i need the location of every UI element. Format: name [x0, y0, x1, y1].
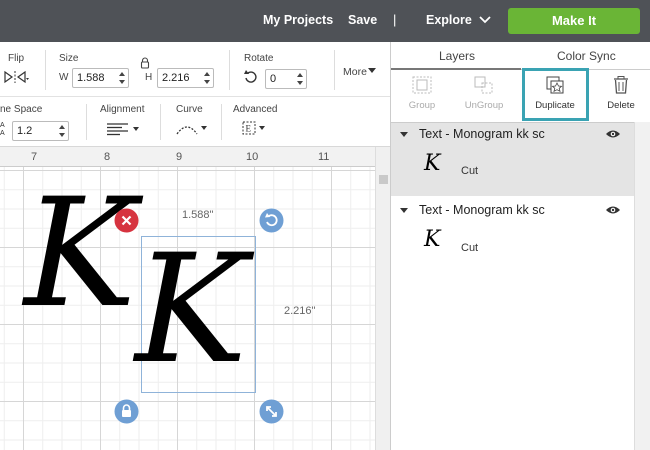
width-label: W [59, 72, 69, 83]
height-value: 2.216 [162, 72, 190, 84]
spinner-arrows-icon[interactable] [296, 71, 304, 87]
line-space-icon: A A [0, 122, 5, 136]
delete-handle-icon[interactable] [114, 208, 139, 233]
design-canvas[interactable]: 7 8 9 10 11 K K 1.588" 2.216" [0, 147, 390, 450]
horizontal-ruler: 7 8 9 10 11 [0, 147, 375, 167]
duplicate-label: Duplicate [535, 100, 575, 111]
advanced-icon[interactable]: E [241, 120, 267, 136]
divider [229, 50, 230, 90]
layer-title: Text - Monogram kk sc [419, 203, 545, 217]
advanced-label: Advanced [233, 104, 278, 115]
explore-link[interactable]: Explore [426, 13, 472, 27]
divider [160, 104, 161, 140]
eye-icon[interactable] [605, 205, 621, 215]
resize-handle-icon[interactable] [259, 399, 284, 424]
my-projects-link[interactable]: My Projects [263, 13, 333, 27]
top-bar: My Projects Save | Explore Make It [0, 0, 650, 42]
chevron-down-icon[interactable] [478, 14, 492, 26]
svg-text:A: A [0, 130, 5, 136]
layer-thumbnail: K [424, 151, 441, 176]
divider [334, 50, 335, 90]
monogram-k-original[interactable]: K [24, 169, 136, 339]
layer-header[interactable]: Text - Monogram kk sc [391, 123, 634, 147]
size-label: Size [59, 53, 79, 64]
rotate-icon [244, 70, 257, 83]
eye-icon[interactable] [605, 129, 621, 139]
align-left-icon[interactable] [106, 122, 140, 136]
flip-icon[interactable] [3, 69, 29, 85]
svg-text:A: A [0, 122, 5, 129]
ungroup-label: UnGroup [464, 100, 504, 111]
divider [221, 104, 222, 140]
active-tab-indicator [391, 68, 521, 70]
more-menu[interactable]: More [343, 66, 367, 78]
spinner-arrows-icon[interactable] [118, 70, 126, 86]
divider [45, 50, 46, 90]
group-icon [412, 76, 432, 94]
delete-button[interactable]: Delete [590, 75, 650, 123]
scroll-up-icon[interactable] [379, 175, 388, 184]
tab-layers[interactable]: Layers [439, 49, 475, 63]
divider [86, 104, 87, 140]
width-value: 1.588 [77, 72, 105, 84]
expand-caret-icon[interactable] [400, 208, 408, 213]
alignment-label: Alignment [100, 104, 145, 115]
layer-group[interactable]: Text - Monogram kk sc K Cut [391, 199, 634, 275]
toolbar-divider [0, 96, 390, 97]
width-input[interactable]: 1.588 [72, 68, 129, 88]
layer-operation: Cut [461, 242, 479, 254]
save-link[interactable]: Save [348, 13, 377, 27]
svg-text:E: E [246, 124, 252, 134]
ruler-label: 7 [31, 151, 38, 163]
layer-operation: Cut [461, 165, 479, 177]
make-it-button[interactable]: Make It [508, 8, 640, 34]
lock-handle-icon[interactable] [114, 399, 139, 424]
group-button[interactable]: Group [391, 75, 453, 123]
flip-label: Flip [8, 53, 25, 64]
rotate-value: 0 [270, 73, 277, 85]
curve-label: Curve [176, 104, 203, 115]
line-space-label: ne Space [0, 104, 43, 115]
height-input[interactable]: 2.216 [157, 68, 214, 88]
ungroup-icon [474, 76, 493, 94]
trash-icon [614, 76, 628, 94]
layer-header[interactable]: Text - Monogram kk sc [391, 199, 634, 223]
width-readout: 1.588" [182, 209, 214, 221]
layer-group-selected[interactable]: Text - Monogram kk sc K Cut [391, 123, 634, 196]
rotate-input[interactable]: 0 [265, 69, 307, 89]
lock-icon[interactable] [140, 57, 150, 69]
ruler-label: 10 [246, 151, 259, 163]
ungroup-button[interactable]: UnGroup [453, 75, 515, 123]
line-space-input[interactable]: 1.2 [12, 121, 69, 141]
ruler-label: 8 [104, 151, 111, 163]
line-space-value: 1.2 [17, 125, 33, 137]
height-label: H [145, 72, 153, 83]
canvas-scrollbar[interactable] [375, 147, 390, 450]
ruler-label: 9 [176, 151, 183, 163]
height-readout: 2.216" [284, 305, 316, 317]
duplicate-button[interactable]: Duplicate [524, 75, 586, 123]
layers-panel: Layers Color Sync Group UnGroup Duplicat… [390, 42, 650, 450]
separator: | [393, 12, 397, 27]
layer-title: Text - Monogram kk sc [419, 127, 545, 141]
monogram-k-duplicate[interactable]: K [135, 225, 247, 395]
spinner-arrows-icon[interactable] [58, 123, 66, 139]
spinner-arrows-icon[interactable] [203, 70, 211, 86]
caret-down-icon[interactable] [368, 68, 376, 74]
curve-icon[interactable] [175, 120, 209, 136]
layer-thumbnail: K [424, 227, 441, 252]
rotate-label: Rotate [244, 53, 274, 64]
panel-scrollbar[interactable] [634, 122, 650, 450]
tab-color-sync[interactable]: Color Sync [557, 49, 616, 63]
group-label: Group [408, 100, 436, 111]
ruler-label: 11 [318, 151, 330, 163]
edit-toolbar: Flip Size W 1.588 H 2.216 Rotate 0 More … [0, 42, 390, 147]
delete-label: Delete [607, 100, 635, 111]
duplicate-icon [546, 76, 564, 94]
rotate-handle-icon[interactable] [259, 208, 284, 233]
expand-caret-icon[interactable] [400, 132, 408, 137]
